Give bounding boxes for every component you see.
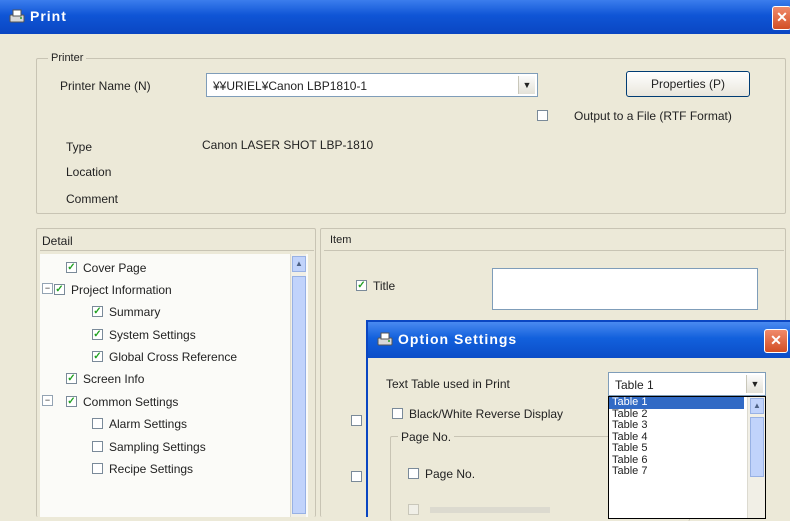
tree-item-label: Sampling Settings	[109, 439, 206, 454]
scroll-thumb[interactable]	[750, 417, 764, 477]
tree-item-label: Recipe Settings	[109, 461, 194, 476]
tree-item-summary[interactable]: ✓ Summary	[92, 304, 160, 319]
expand-icon[interactable]: −	[42, 395, 53, 406]
title-checkbox[interactable]: ✓ Title	[356, 278, 395, 293]
common-settings-checkbox[interactable]: ✓	[66, 396, 77, 408]
window-titlebar: Print ✕	[0, 0, 790, 34]
detail-scrollbar[interactable]: ▲	[290, 254, 306, 517]
tree-item-label: Common Settings	[83, 394, 179, 409]
dropdown-scrollbar[interactable]: ▲	[747, 397, 765, 518]
comment-label: Comment	[66, 192, 119, 206]
bw-reverse-label: Black/White Reverse Display	[409, 406, 564, 421]
page-no-box[interactable]	[408, 468, 419, 480]
option-dialog-title: Option Settings	[398, 331, 518, 347]
detail-tree[interactable]: ✓ Cover Page − ✓ Project Information ✓ Summ…	[40, 254, 308, 517]
dropdown-option[interactable]: Table 3	[609, 419, 765, 432]
printer-group-label: Printer	[48, 52, 87, 64]
output-to-file-checkbox[interactable]: Output to a File (RTF Format)	[537, 108, 732, 123]
chevron-down-icon[interactable]: ▼	[746, 375, 763, 393]
page-no-label: Page No.	[425, 466, 476, 481]
output-to-file-box[interactable]	[537, 110, 548, 122]
tree-item-screen-info[interactable]: ✓ Screen Info	[66, 371, 144, 386]
window-close-button[interactable]: ✕	[772, 6, 790, 30]
location-label: Location	[66, 165, 112, 179]
tree-item-label: System Settings	[109, 327, 196, 342]
output-to-file-label: Output to a File (RTF Format)	[574, 108, 732, 123]
page-no-sub-placeholder	[430, 506, 551, 513]
printer-app-icon	[8, 8, 26, 26]
dropdown-option[interactable]: Table 7	[609, 465, 765, 478]
item-header: Item	[330, 234, 352, 246]
screen-info-checkbox[interactable]: ✓	[66, 373, 77, 385]
text-table-dropdown-list[interactable]: Table 1 Table 2 Table 3 Table 4 Table 5 …	[608, 396, 766, 519]
dropdown-option[interactable]: Table 1	[609, 396, 744, 409]
printer-name-select[interactable]: ¥¥URIEL¥Canon LBP1810-1 ▼	[206, 73, 538, 97]
title-checkbox-label: Title	[373, 278, 396, 293]
page-no-checkbox[interactable]: Page No.	[408, 466, 475, 481]
scroll-up-icon[interactable]: ▲	[292, 256, 306, 272]
detail-header: Detail	[42, 234, 73, 248]
window-title: Print	[30, 8, 67, 24]
text-table-value: Table 1	[615, 378, 654, 392]
alarm-settings-checkbox[interactable]	[92, 418, 103, 430]
close-icon: ✕	[776, 9, 788, 25]
cover-page-checkbox[interactable]: ✓	[66, 262, 77, 274]
tree-item-label: Screen Info	[83, 371, 145, 386]
title-checkbox-box[interactable]: ✓	[356, 280, 367, 292]
printer-name-value: ¥¥URIEL¥Canon LBP1810-1	[213, 79, 368, 93]
scroll-thumb[interactable]	[292, 276, 306, 514]
global-cross-reference-checkbox[interactable]: ✓	[92, 351, 103, 363]
option-settings-dialog: Option Settings ✕ Text Table used in Pri…	[366, 320, 790, 521]
tree-item-label: Global Cross Reference	[109, 349, 238, 364]
type-value: Canon LASER SHOT LBP-1810	[202, 138, 374, 152]
close-icon: ✕	[770, 332, 782, 348]
dropdown-option[interactable]: Table 5	[609, 442, 765, 455]
bw-reverse-box[interactable]	[392, 408, 403, 420]
tree-item-common-settings[interactable]: ✓ Common Settings	[66, 394, 178, 409]
tree-item-alarm-settings[interactable]: Alarm Settings	[92, 416, 187, 431]
tree-item-recipe-settings[interactable]: Recipe Settings	[92, 461, 193, 476]
bw-reverse-checkbox[interactable]: Black/White Reverse Display	[392, 406, 563, 421]
tree-item-cover-page[interactable]: ✓ Cover Page	[66, 260, 146, 275]
recipe-settings-checkbox[interactable]	[92, 463, 103, 475]
page-no-sub-box[interactable]	[408, 504, 419, 516]
summary-checkbox[interactable]: ✓	[92, 306, 103, 318]
tree-item-system-settings[interactable]: ✓ System Settings	[92, 327, 196, 342]
tree-item-label: Alarm Settings	[109, 416, 188, 431]
hidden-checkbox-1[interactable]	[351, 415, 362, 426]
tree-item-label: Summary	[109, 304, 161, 319]
tree-item-global-cross-reference[interactable]: ✓ Global Cross Reference	[92, 349, 237, 364]
scroll-up-icon[interactable]: ▲	[750, 398, 764, 414]
option-dialog-close-button[interactable]: ✕	[764, 329, 788, 353]
page-no-group-label: Page No.	[398, 430, 455, 444]
text-table-select[interactable]: Table 1 ▼	[608, 372, 766, 396]
printer-name-label: Printer Name (N)	[60, 79, 151, 93]
tree-item-project-information[interactable]: ✓ Project Information	[54, 282, 172, 297]
expand-icon[interactable]: −	[42, 283, 53, 294]
chevron-down-icon[interactable]: ▼	[518, 76, 535, 94]
tree-item-label: Project Information	[71, 282, 172, 297]
settings-app-icon	[376, 331, 394, 349]
title-input[interactable]	[492, 268, 758, 310]
tree-item-sampling-settings[interactable]: Sampling Settings	[92, 439, 206, 454]
properties-button-label: Properties (P)	[650, 77, 726, 91]
hidden-checkbox-2[interactable]	[351, 471, 362, 482]
properties-button[interactable]: Properties (P)	[626, 71, 750, 97]
system-settings-checkbox[interactable]: ✓	[92, 329, 103, 341]
type-label: Type	[66, 140, 93, 154]
option-dialog-titlebar: Option Settings ✕	[368, 322, 790, 358]
tree-item-label: Cover Page	[83, 260, 147, 275]
page-no-sub-checkbox[interactable]	[408, 502, 551, 516]
project-information-checkbox[interactable]: ✓	[54, 284, 65, 296]
sampling-settings-checkbox[interactable]	[92, 441, 103, 453]
text-table-label: Text Table used in Print	[386, 377, 510, 391]
